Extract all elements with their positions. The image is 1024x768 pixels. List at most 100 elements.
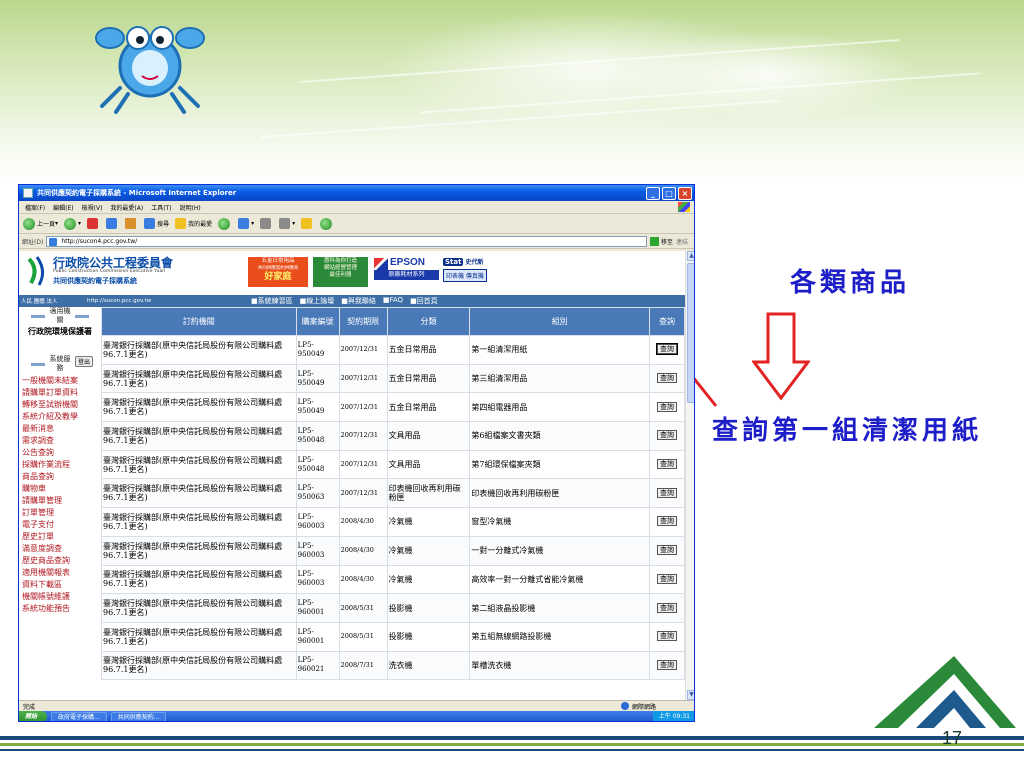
sidebar-link[interactable]: 公告查詢 [19,447,101,459]
sidebar-link[interactable]: 購物車 [19,483,101,495]
query-button[interactable]: 查詢 [657,430,677,441]
print-button[interactable] [260,218,273,229]
query-button[interactable]: 查詢 [657,602,677,613]
maximize-button[interactable]: □ [662,186,676,200]
query-button[interactable]: 查詢 [657,573,677,584]
cell-agency: 臺灣銀行採購部(原中央信託局股份有限公司購料處96.7.1更名) [101,335,297,365]
query-button[interactable]: 查詢 [657,659,677,670]
home-button[interactable] [125,218,138,229]
query-button[interactable]: 查詢 [657,373,677,384]
sidebar-link[interactable]: 最新消息 [19,423,101,435]
site-name: 共同供應契約電子採購系統 [53,277,137,285]
menu-file[interactable]: 檔案(F) [25,203,45,212]
edit-button[interactable]: ▾ [279,218,295,229]
go-button[interactable]: 移至 [649,236,673,246]
banner-ad-hardware[interactable]: 五金日常用品 共同供應契約供應商 好家庭 [248,257,308,287]
links-button[interactable]: 連結 [676,237,688,246]
cell-agency: 臺灣銀行採購部(原中央信託局股份有限公司購料處96.7.1更名) [101,363,297,394]
table-row: 臺灣銀行採購部(原中央信託局股份有限公司購料處96.7.1更名) LP5-9500… [101,449,685,480]
sidebar-link[interactable]: 需求調查 [19,435,101,447]
query-button[interactable]: 查詢 [657,401,677,412]
banner-ad-epson[interactable]: EPSON 原廠耗材系列 [374,257,439,287]
back-button[interactable]: 上一頁 ▾ [23,217,58,230]
forward-button[interactable]: ▾ [64,217,81,230]
table-header-row: 訂約機關 購案編號 契約期限 分類 組別 查詢 [101,307,685,336]
folder-button[interactable] [301,218,314,229]
slide-top-banner [0,0,1024,180]
banner-ad-stat[interactable]: Stat 史代新 印表機 傳真機 [443,257,507,287]
query-button[interactable]: 查詢 [657,545,677,556]
cell-term: 2007/12/31 [338,449,388,480]
table-row: 臺灣銀行採購部(原中央信託局股份有限公司購料處96.7.1更名) LP5-9500… [101,335,685,365]
logout-button[interactable]: 登出 [75,356,94,367]
cell-group: 第6組檔案文書夾類 [469,421,650,451]
menu-help[interactable]: 說明(H) [180,203,201,212]
query-button[interactable]: 查詢 [657,516,677,527]
epson-logo-icon [374,258,388,270]
vertical-scrollbar[interactable]: ▲ ▼ [685,251,694,700]
sidebar-link[interactable]: 歷史商品查詢 [19,555,101,567]
query-button[interactable]: 查詢 [657,459,677,470]
query-button[interactable]: 查詢 [657,344,677,355]
sidebar-link[interactable]: 適用機關報表 [19,567,101,579]
sidebar-link[interactable]: 訂單管理 [19,507,101,519]
sidebar-heading-agency: 適用機關 [19,307,101,325]
table-row: 臺灣銀行採購部(原中央信託局股份有限公司購料處96.7.1更名) LP5-9600… [101,535,685,566]
menu-favorites[interactable]: 我的最愛(A) [110,203,143,212]
mountain-logo-icon [874,656,1016,728]
minimize-button[interactable]: _ [646,186,660,200]
media-button[interactable] [218,217,232,230]
cell-term: 2008/7/31 [338,650,388,681]
page-content: 行政院公共工程委員會 Public Construction Commissio… [19,251,694,700]
sidebar-link[interactable]: 轉移至試辦機關 [19,399,101,411]
menu-edit[interactable]: 編輯(E) [53,203,73,212]
sidebar-link[interactable]: 機關帳號維護 [19,591,101,603]
col-category: 分類 [386,307,471,336]
table-row: 臺灣銀行採購部(原中央信託局股份有限公司購料處96.7.1更名) LP5-9600… [101,564,685,595]
scroll-down-icon[interactable]: ▼ [687,690,694,700]
cell-category: 投影機 [386,621,471,652]
sidebar-link[interactable]: 歷史訂單 [19,531,101,543]
scroll-thumb[interactable] [687,263,694,403]
query-button[interactable]: 查詢 [657,631,677,642]
nav-home[interactable]: ■回首頁 [410,296,438,306]
nav-faq[interactable]: ■FAQ [383,296,403,306]
cell-term: 2008/5/31 [338,593,388,623]
messenger-button[interactable] [320,217,334,230]
table-row: 臺灣銀行採購部(原中央信託局股份有限公司購料處96.7.1更名) LP5-9600… [101,593,685,623]
sidebar-link[interactable]: 滿意度調查 [19,543,101,555]
refresh-button[interactable] [106,218,119,229]
sidebar-link[interactable]: 一般機關未結案 [19,375,101,387]
address-input[interactable]: http://sucon4.pcc.gov.tw/ [46,235,647,247]
nav-practice-area[interactable]: ■系統練習區 [251,296,293,306]
nav-forum[interactable]: ■線上論壇 [300,296,335,306]
sidebar-link[interactable]: 系統功能預告 [19,603,101,615]
cell-category: 文具用品 [386,449,471,480]
messenger-icon [320,217,333,230]
stop-button[interactable] [87,218,100,229]
sidebar-link[interactable]: 電子支付 [19,519,101,531]
search-button[interactable]: 搜尋 [144,218,169,229]
cell-group: 第四組電器用品 [469,392,650,423]
sidebar-link[interactable]: 資料下載區 [19,579,101,591]
cell-agency: 臺灣銀行採購部(原中央信託局股份有限公司購料處96.7.1更名) [101,478,297,509]
sidebar-link[interactable]: 商品查詢 [19,471,101,483]
sidebar-link[interactable]: 採購作業流程 [19,459,101,471]
menu-view[interactable]: 檢視(V) [82,203,103,212]
sidebar-link[interactable]: 請購單管理 [19,495,101,507]
nav-contact[interactable]: ■與我聯絡 [341,296,376,306]
cell-category: 五金日常用品 [386,392,471,423]
go-arrow-icon [649,236,659,246]
edit-icon [279,218,291,229]
menu-tools[interactable]: 工具(T) [151,203,171,212]
sidebar-link[interactable]: 請購單訂單資料 [19,387,101,399]
scroll-up-icon[interactable]: ▲ [687,251,694,261]
banner-ad-website[interactable]: 惠科為你打造 網站經營管理 最佳利器 [313,257,368,287]
cell-category: 五金日常用品 [386,335,471,365]
query-button[interactable]: 查詢 [657,487,677,498]
sidebar-link[interactable]: 系統介紹及教學 [19,411,101,423]
close-button[interactable]: × [678,186,692,200]
favorites-button[interactable]: 我的最愛 [175,218,212,229]
status-bar: 完成 網際網路 [19,700,694,711]
mail-button[interactable]: ▾ [238,218,254,229]
